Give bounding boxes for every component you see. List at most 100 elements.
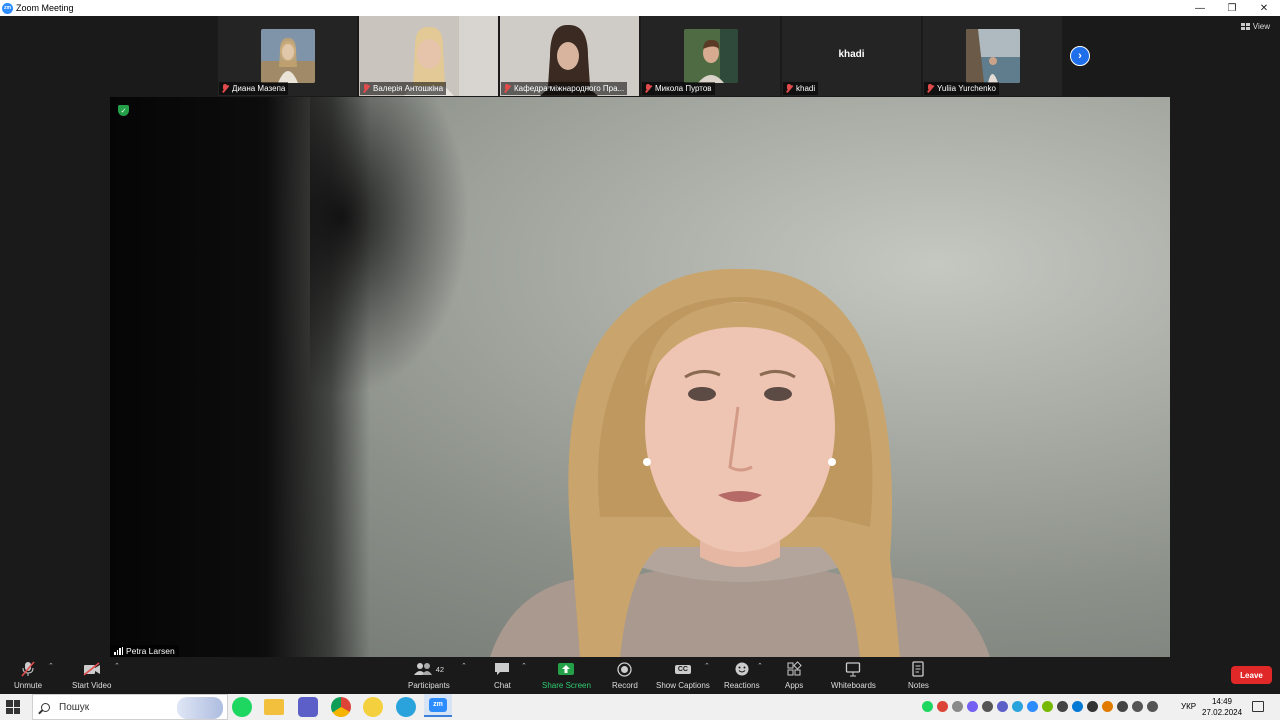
- tray-zoom-icon[interactable]: [1027, 701, 1038, 712]
- tray-usb-icon[interactable]: [1087, 701, 1098, 712]
- whiteboards-button[interactable]: Whiteboards: [831, 660, 876, 690]
- participant-name: Микола Пуртов: [655, 84, 712, 93]
- chat-button[interactable]: Chat: [494, 660, 511, 690]
- notes-button[interactable]: Notes: [908, 660, 929, 690]
- participant-tile[interactable]: khadi khadi: [782, 16, 921, 96]
- apps-button[interactable]: Apps: [785, 660, 803, 690]
- participant-tile[interactable]: Кафедра міжнародного Пра...: [500, 16, 639, 96]
- chat-options-caret[interactable]: ⌃: [521, 662, 527, 670]
- tray-app-icon[interactable]: [1057, 701, 1068, 712]
- notes-icon: [912, 661, 925, 677]
- unmute-label: Unmute: [14, 681, 43, 690]
- whiteboard-icon: [846, 662, 861, 677]
- apps-label: Apps: [785, 681, 804, 690]
- security-shield-icon[interactable]: ✓: [118, 105, 129, 116]
- audio-options-caret[interactable]: ⌃: [48, 662, 54, 670]
- participant-strip: Диана Мазепа Валерія Антошкіна Кафедра м…: [218, 16, 1062, 96]
- participants-button[interactable]: 42 Participants: [408, 660, 450, 690]
- clock-date: 27.02.2024: [1202, 708, 1243, 717]
- chat-icon: [495, 663, 510, 675]
- tray-chrome-icon[interactable]: [937, 701, 948, 712]
- chrome-icon[interactable]: [331, 697, 351, 717]
- restore-button[interactable]: ❐: [1216, 0, 1248, 16]
- captions-icon: CC: [674, 664, 691, 674]
- language-indicator[interactable]: УКР: [1181, 702, 1196, 711]
- start-video-button[interactable]: Start Video: [72, 660, 111, 690]
- window-titlebar: zm Zoom Meeting — ❐ ✕: [0, 0, 1280, 16]
- participant-name-bar: Валерія Антошкіна: [360, 82, 447, 95]
- file-explorer-icon[interactable]: [264, 699, 284, 715]
- tray-viber-icon[interactable]: [967, 701, 978, 712]
- view-button[interactable]: View: [1240, 22, 1270, 31]
- telegram-icon[interactable]: [396, 697, 416, 717]
- mic-muted-icon: [221, 84, 229, 93]
- participant-tile[interactable]: Микола Пуртов: [641, 16, 780, 96]
- zoom-taskbar-button[interactable]: zm: [424, 694, 452, 717]
- close-button[interactable]: ✕: [1248, 0, 1280, 16]
- search-placeholder: Пошук: [59, 701, 90, 713]
- video-shadow: [310, 97, 470, 397]
- spotify-icon[interactable]: [232, 697, 252, 717]
- mic-muted-icon: [926, 84, 934, 93]
- participant-tile[interactable]: Yuliia Yurchenko: [923, 16, 1062, 96]
- record-icon: [617, 661, 633, 677]
- tray-bluetooth-icon[interactable]: [1072, 701, 1083, 712]
- participant-photo: [965, 29, 1020, 83]
- tray-search-icon[interactable]: [1102, 701, 1113, 712]
- participants-options-caret[interactable]: ⌃: [461, 662, 467, 670]
- participant-name: khadi: [796, 84, 816, 93]
- record-label: Record: [612, 681, 638, 690]
- participants-count: 42: [435, 664, 445, 674]
- tray-cloud-icon[interactable]: [952, 701, 963, 712]
- teams-icon[interactable]: [298, 697, 318, 717]
- show-captions-label: Show Captions: [656, 681, 710, 690]
- participant-center-name: khadi: [838, 49, 865, 60]
- captions-options-caret[interactable]: ⌃: [704, 662, 710, 670]
- reactions-options-caret[interactable]: ⌃: [757, 662, 763, 670]
- participant-photo: [683, 29, 738, 83]
- reactions-button[interactable]: Reactions: [724, 660, 760, 690]
- record-button[interactable]: Record: [612, 660, 638, 690]
- windows-start-icon[interactable]: [6, 700, 20, 714]
- tray-telegram-icon[interactable]: [1012, 701, 1023, 712]
- participant-name: Диана Мазепа: [232, 84, 286, 93]
- participant-tile[interactable]: Валерія Антошкіна: [359, 16, 498, 96]
- zoom-app-icon: zm: [2, 2, 13, 14]
- show-captions-button[interactable]: CC Show Captions: [656, 660, 710, 690]
- whiteboards-label: Whiteboards: [831, 681, 876, 690]
- signal-strength-icon: [114, 647, 123, 655]
- taskbar-clock[interactable]: 14:49 27.02.2024: [1202, 696, 1242, 718]
- unmute-button[interactable]: Unmute: [14, 660, 42, 690]
- minimize-button[interactable]: —: [1184, 0, 1216, 16]
- tray-keyboard-icon[interactable]: [1117, 701, 1128, 712]
- active-speaker-name-bar: Petra Larsen: [110, 645, 179, 657]
- participant-name-bar: Диана Мазепа: [219, 82, 289, 95]
- tray-spotify-icon[interactable]: [922, 701, 933, 712]
- video-options-caret[interactable]: ⌃: [114, 662, 120, 670]
- leave-button[interactable]: Leave: [1231, 666, 1272, 684]
- participant-tile[interactable]: Диана Мазепа: [218, 16, 357, 96]
- participants-icon: [413, 663, 432, 675]
- tray-mic-icon[interactable]: [982, 701, 993, 712]
- participant-photo: [260, 29, 315, 83]
- start-video-label: Start Video: [72, 681, 112, 690]
- participant-name-bar: Yuliia Yurchenko: [924, 82, 1000, 95]
- participant-name-bar: Кафедра міжнародного Пра...: [501, 82, 628, 95]
- tray-teams-icon[interactable]: [997, 701, 1008, 712]
- video-off-icon: [83, 662, 100, 676]
- taskbar-search[interactable]: Пошук: [32, 694, 228, 720]
- next-page-button[interactable]: ›: [1070, 46, 1090, 66]
- chrome-profile-icon[interactable]: [363, 697, 383, 717]
- windows-taskbar: Пошук zm УКР 14:49 27.02.2024: [0, 694, 1280, 720]
- apps-icon: [787, 661, 802, 676]
- search-highlight-image: [177, 697, 223, 719]
- tray-volume-icon[interactable]: [1147, 701, 1158, 712]
- tray-network-icon[interactable]: [1132, 701, 1143, 712]
- reactions-label: Reactions: [724, 681, 760, 690]
- participant-name-bar: khadi: [783, 82, 819, 95]
- clock-time: 14:49: [1211, 697, 1233, 706]
- share-screen-label: Share Screen: [542, 681, 591, 690]
- notification-center-icon[interactable]: [1252, 701, 1264, 712]
- tray-nvidia-icon[interactable]: [1042, 701, 1053, 712]
- share-screen-button[interactable]: Share Screen: [542, 660, 591, 690]
